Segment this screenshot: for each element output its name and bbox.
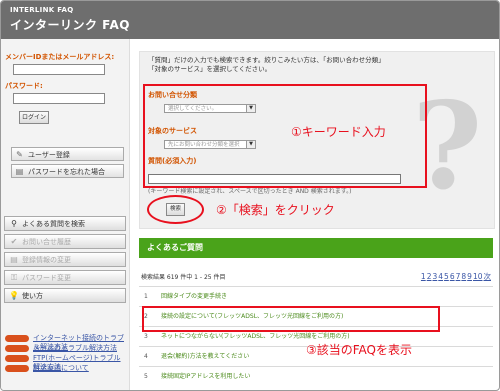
page-link[interactable]: 8 <box>461 272 466 281</box>
faq-link[interactable]: インターネット接続のトラブル解決方法 <box>5 334 127 351</box>
login-button[interactable]: ログイン <box>19 111 49 124</box>
page-link[interactable]: 5 <box>444 272 449 281</box>
tag-icon <box>5 355 29 362</box>
nav-inquiry-history[interactable]: ✔ お問い合せ履歴 <box>4 234 126 249</box>
faq-list: 1 回線タイプの変更手続き 2 接続の設定について(フレッツADSL、フレッツ光回線… <box>139 286 493 386</box>
forgot-password-label: パスワードを忘れた場合 <box>28 168 105 176</box>
pagination: 12345678910次 <box>420 271 491 282</box>
lightbulb-icon: 💡 <box>9 291 19 300</box>
register-label: ユーザー登録 <box>28 151 70 159</box>
page-link[interactable]: 1 <box>421 272 426 281</box>
faq-title[interactable]: 退会(解約)方法を教えてください <box>161 347 249 366</box>
key-icon: ⚿ <box>10 273 18 282</box>
row-number: 5 <box>144 373 148 380</box>
faq-title[interactable]: 回線タイプの変更手続き <box>161 287 227 306</box>
nav-how-to-use-label: 使い方 <box>22 292 43 300</box>
password-input[interactable] <box>13 93 105 104</box>
nav-search-faq-label: よくある質問を検索 <box>22 220 85 228</box>
tag-icon <box>5 365 29 372</box>
brand-small: INTERLINK FAQ <box>10 6 74 14</box>
faq-link[interactable]: FTP(ホームページ)トラブル解決方法 <box>5 354 127 371</box>
id-label: メンバーIDまたはメールアドレス: <box>5 53 115 61</box>
result-count: 検索結果 619 件中 1 - 25 件目 <box>141 274 226 281</box>
row-number: 1 <box>144 293 148 300</box>
window: INTERLINK FAQ インターリンク FAQ メンバーIDまたはメールアド… <box>0 0 500 391</box>
forgot-password-button[interactable]: ▤ パスワードを忘れた場合 <box>11 164 124 178</box>
page-link[interactable]: 2 <box>427 272 432 281</box>
tag-icon <box>5 335 29 342</box>
nav-change-password-label: パスワード変更 <box>22 274 71 282</box>
nav-search-faq[interactable]: ⚲ よくある質問を検索 <box>4 216 126 231</box>
page-link[interactable]: 9 <box>467 272 472 281</box>
header: INTERLINK FAQ インターリンク FAQ <box>1 1 499 39</box>
nav-change-registration[interactable]: ▤ 登録情報の変更 <box>4 252 126 267</box>
callout-step3: ③該当のFAQを表示 <box>306 343 413 357</box>
sidebar: メンバーIDまたはメールアドレス: パスワード: ログイン ✎ ユーザー登録 ▤… <box>1 39 130 390</box>
help-text: 「質問」だけの入力でも検索できます。絞りこみたい方は、「お問い合わせ分類」「対象… <box>148 56 382 73</box>
register-button[interactable]: ✎ ユーザー登録 <box>11 147 124 161</box>
page-link[interactable]: 10 <box>473 272 483 281</box>
check-icon: ✔ <box>10 237 18 246</box>
pencil-icon: ✎ <box>16 150 23 159</box>
callout-box-result <box>142 306 440 332</box>
page-link[interactable]: 3 <box>432 272 437 281</box>
page-link[interactable]: 4 <box>438 272 443 281</box>
form-icon: ▤ <box>10 255 18 264</box>
nav-change-password[interactable]: ⚿ パスワード変更 <box>4 270 126 285</box>
faq-link[interactable]: 料金案内について <box>5 364 127 374</box>
page-link[interactable]: 6 <box>450 272 455 281</box>
callout-circle-search <box>147 195 204 224</box>
faq-title[interactable]: 接続固定IPアドレスを利用したい <box>161 367 250 386</box>
row-number: 4 <box>144 353 148 360</box>
nav-change-registration-label: 登録情報の変更 <box>22 256 71 264</box>
page-link[interactable]: 7 <box>456 272 461 281</box>
list-item[interactable]: 5 接続固定IPアドレスを利用したい <box>139 366 493 386</box>
page-title[interactable]: インターリンク FAQ <box>10 16 130 33</box>
next-page-link[interactable]: 次 <box>484 272 492 281</box>
list-item[interactable]: 1 回線タイプの変更手続き <box>139 286 493 306</box>
nav-how-to-use[interactable]: 💡 使い方 <box>4 288 126 303</box>
password-label: パスワード: <box>5 82 43 90</box>
document-icon: ▤ <box>15 167 24 176</box>
nav-inquiry-history-label: お問い合せ履歴 <box>22 238 71 246</box>
callout-step2: ②「検索」をクリック <box>216 203 335 217</box>
callout-step1: ①キーワード入力 <box>291 125 386 139</box>
tag-icon <box>5 345 29 352</box>
faq-link[interactable]: メールのトラブル解決方法 <box>5 344 127 354</box>
search-icon: ⚲ <box>11 219 17 228</box>
faq-heading: よくあるご質問 <box>139 238 493 258</box>
id-input[interactable] <box>13 64 105 75</box>
login-form: メンバーIDまたはメールアドレス: パスワード: ログイン <box>5 53 123 124</box>
faq-links: インターネット接続のトラブル解決方法 メールのトラブル解決方法 FTP(ホームペ… <box>5 334 127 374</box>
